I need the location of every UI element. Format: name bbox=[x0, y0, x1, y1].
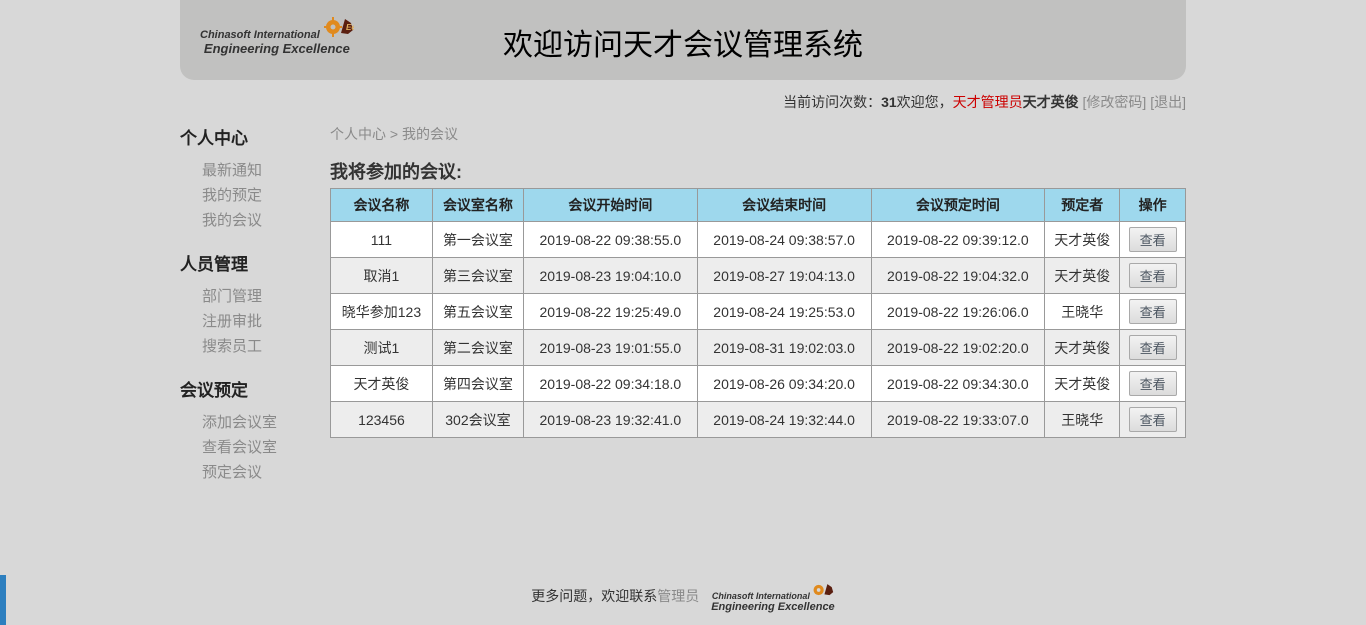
table-cell-ops: 查看 bbox=[1120, 366, 1186, 402]
visits-value: 31 bbox=[881, 94, 897, 110]
table-cell-name: 晓华参加123 bbox=[331, 294, 433, 330]
footer-admin-link[interactable]: 管理员 bbox=[657, 588, 699, 604]
table-cell-room: 第四会议室 bbox=[432, 366, 523, 402]
sidebar-item[interactable]: 注册审批 bbox=[180, 308, 330, 333]
table-cell-room: 第三会议室 bbox=[432, 258, 523, 294]
table-cell-booked: 2019-08-22 09:34:30.0 bbox=[871, 366, 1045, 402]
table-cell-room: 第五会议室 bbox=[432, 294, 523, 330]
change-password-link[interactable]: [修改密码] bbox=[1083, 94, 1147, 110]
table-cell-room: 第二会议室 bbox=[432, 330, 523, 366]
view-button[interactable]: 查看 bbox=[1129, 299, 1177, 324]
table-cell-booked: 2019-08-22 19:33:07.0 bbox=[871, 402, 1045, 438]
table-cell-ops: 查看 bbox=[1120, 258, 1186, 294]
view-button[interactable]: 查看 bbox=[1129, 407, 1177, 432]
footer: 更多问题，欢迎联系管理员 Chinasoft International Eng… bbox=[0, 576, 1366, 619]
table-row: 晓华参加123第五会议室2019-08-22 19:25:49.02019-08… bbox=[331, 294, 1186, 330]
main-content: 个人中心 > 我的会议 我将参加的会议: 会议名称会议室名称会议开始时间会议结束… bbox=[330, 118, 1186, 484]
table-cell-room: 302会议室 bbox=[432, 402, 523, 438]
table-cell-end: 2019-08-24 09:38:57.0 bbox=[697, 222, 871, 258]
table-cell-name: 取消1 bbox=[331, 258, 433, 294]
sidebar-item[interactable]: 部门管理 bbox=[180, 283, 330, 308]
table-row: 111第一会议室2019-08-22 09:38:55.02019-08-24 … bbox=[331, 222, 1186, 258]
logout-link[interactable]: [退出] bbox=[1150, 94, 1186, 110]
user-role: 天才管理员 bbox=[953, 94, 1023, 110]
breadcrumb: 个人中心 > 我的会议 bbox=[330, 124, 1186, 144]
table-cell-by: 王晓华 bbox=[1045, 402, 1120, 438]
page-title: 欢迎访问天才会议管理系统 bbox=[180, 20, 1186, 64]
table-cell-end: 2019-08-26 09:34:20.0 bbox=[697, 366, 871, 402]
table-header: 预定者 bbox=[1045, 189, 1120, 222]
table-cell-name: 测试1 bbox=[331, 330, 433, 366]
table-cell-start: 2019-08-22 09:34:18.0 bbox=[523, 366, 697, 402]
breadcrumb-b: 我的会议 bbox=[402, 126, 458, 142]
user-name: 天才英俊 bbox=[1023, 94, 1079, 110]
sidebar-item[interactable]: 查看会议室 bbox=[180, 434, 330, 459]
section-heading: 我将参加的会议: bbox=[330, 158, 1186, 184]
sidebar-item[interactable]: 添加会议室 bbox=[180, 409, 330, 434]
table-cell-name: 123456 bbox=[331, 402, 433, 438]
footer-text: 更多问题，欢迎联系 bbox=[531, 588, 657, 604]
table-cell-end: 2019-08-24 19:32:44.0 bbox=[697, 402, 871, 438]
table-cell-booked: 2019-08-22 09:39:12.0 bbox=[871, 222, 1045, 258]
table-cell-start: 2019-08-22 09:38:55.0 bbox=[523, 222, 697, 258]
header: Chinasoft International Ee Engineering E… bbox=[180, 0, 1186, 80]
view-button[interactable]: 查看 bbox=[1129, 335, 1177, 360]
footer-logo: Chinasoft International Engineering Exce… bbox=[711, 582, 835, 613]
table-cell-name: 天才英俊 bbox=[331, 366, 433, 402]
table-row: 取消1第三会议室2019-08-23 19:04:10.02019-08-27 … bbox=[331, 258, 1186, 294]
table-cell-start: 2019-08-22 19:25:49.0 bbox=[523, 294, 697, 330]
table-cell-ops: 查看 bbox=[1120, 402, 1186, 438]
visits-label: 当前访问次数： bbox=[783, 94, 881, 110]
table-header: 会议室名称 bbox=[432, 189, 523, 222]
sidebar-section-title: 个人中心 bbox=[180, 124, 330, 149]
table-cell-room: 第一会议室 bbox=[432, 222, 523, 258]
table-cell-end: 2019-08-27 19:04:13.0 bbox=[697, 258, 871, 294]
table-cell-start: 2019-08-23 19:01:55.0 bbox=[523, 330, 697, 366]
sidebar-item[interactable]: 最新通知 bbox=[180, 157, 330, 182]
sidebar-item[interactable]: 搜索员工 bbox=[180, 333, 330, 358]
sidebar-item[interactable]: 预定会议 bbox=[180, 459, 330, 484]
meetings-table: 会议名称会议室名称会议开始时间会议结束时间会议预定时间预定者操作 111第一会议… bbox=[330, 188, 1186, 438]
table-row: 天才英俊第四会议室2019-08-22 09:34:18.02019-08-26… bbox=[331, 366, 1186, 402]
sidebar-section-title: 会议预定 bbox=[180, 376, 330, 401]
table-row: 测试1第二会议室2019-08-23 19:01:55.02019-08-31 … bbox=[331, 330, 1186, 366]
table-cell-ops: 查看 bbox=[1120, 330, 1186, 366]
table-row: 123456302会议室2019-08-23 19:32:41.02019-08… bbox=[331, 402, 1186, 438]
footer-accent bbox=[0, 575, 6, 625]
table-cell-end: 2019-08-24 19:25:53.0 bbox=[697, 294, 871, 330]
table-cell-by: 天才英俊 bbox=[1045, 366, 1120, 402]
sidebar-item[interactable]: 我的会议 bbox=[180, 207, 330, 232]
table-cell-booked: 2019-08-22 19:04:32.0 bbox=[871, 258, 1045, 294]
table-header: 会议开始时间 bbox=[523, 189, 697, 222]
info-bar: 当前访问次数：31欢迎您，天才管理员天才英俊 [修改密码] [退出] bbox=[0, 92, 1186, 112]
table-cell-by: 天才英俊 bbox=[1045, 222, 1120, 258]
table-header: 会议结束时间 bbox=[697, 189, 871, 222]
table-cell-end: 2019-08-31 19:02:03.0 bbox=[697, 330, 871, 366]
sidebar: 个人中心最新通知我的预定我的会议人员管理部门管理注册审批搜索员工会议预定添加会议… bbox=[180, 118, 330, 484]
breadcrumb-sep: > bbox=[390, 126, 398, 142]
table-cell-by: 王晓华 bbox=[1045, 294, 1120, 330]
table-cell-name: 111 bbox=[331, 222, 433, 258]
table-cell-start: 2019-08-23 19:04:10.0 bbox=[523, 258, 697, 294]
view-button[interactable]: 查看 bbox=[1129, 263, 1177, 288]
sidebar-section-title: 人员管理 bbox=[180, 250, 330, 275]
table-cell-booked: 2019-08-22 19:02:20.0 bbox=[871, 330, 1045, 366]
view-button[interactable]: 查看 bbox=[1129, 227, 1177, 252]
table-cell-by: 天才英俊 bbox=[1045, 330, 1120, 366]
table-cell-start: 2019-08-23 19:32:41.0 bbox=[523, 402, 697, 438]
table-cell-by: 天才英俊 bbox=[1045, 258, 1120, 294]
gear-icon bbox=[812, 582, 834, 601]
table-header: 会议名称 bbox=[331, 189, 433, 222]
welcome-text: 欢迎您， bbox=[897, 94, 953, 110]
table-header: 会议预定时间 bbox=[871, 189, 1045, 222]
table-header: 操作 bbox=[1120, 189, 1186, 222]
breadcrumb-a[interactable]: 个人中心 bbox=[330, 126, 386, 142]
sidebar-item[interactable]: 我的预定 bbox=[180, 182, 330, 207]
table-cell-ops: 查看 bbox=[1120, 294, 1186, 330]
view-button[interactable]: 查看 bbox=[1129, 371, 1177, 396]
table-cell-ops: 查看 bbox=[1120, 222, 1186, 258]
table-cell-booked: 2019-08-22 19:26:06.0 bbox=[871, 294, 1045, 330]
